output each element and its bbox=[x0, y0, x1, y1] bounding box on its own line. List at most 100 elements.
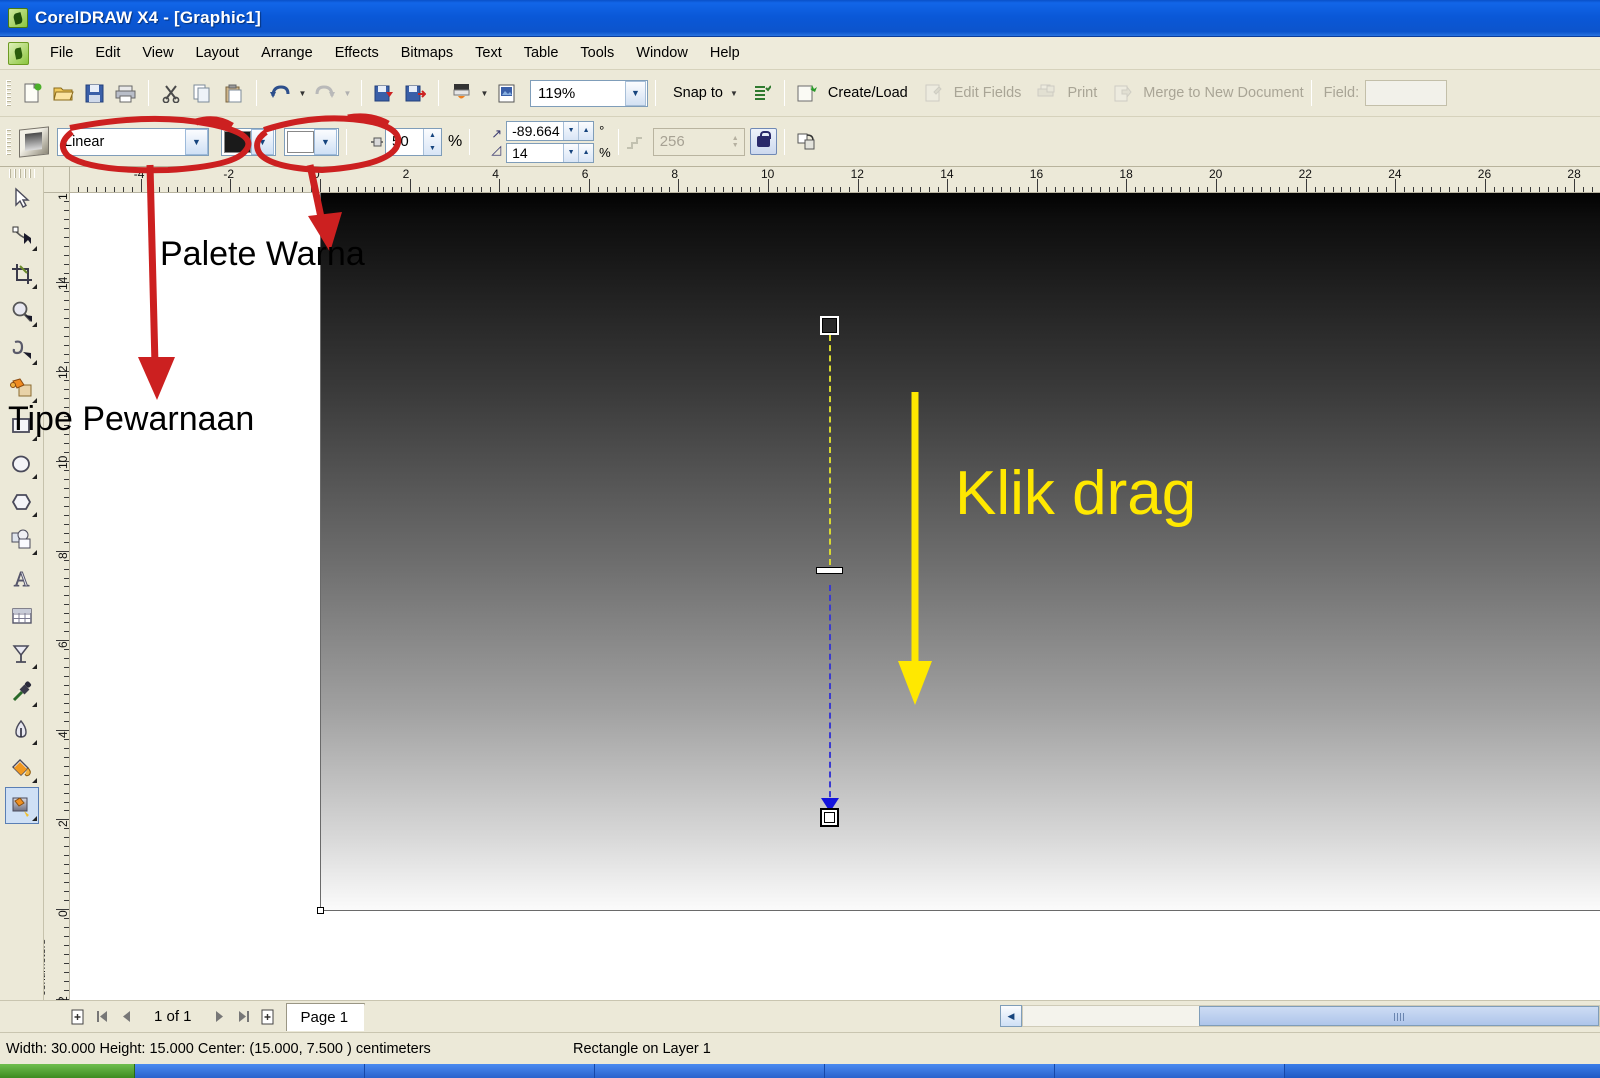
ellipse-tool[interactable] bbox=[5, 445, 39, 482]
import-icon[interactable] bbox=[369, 78, 400, 109]
start-button[interactable] bbox=[0, 1064, 135, 1078]
zoom-tool[interactable] bbox=[5, 293, 39, 330]
crop-tool[interactable] bbox=[5, 255, 39, 292]
shape-node-tool[interactable] bbox=[5, 217, 39, 254]
flyout-arrow-icon[interactable] bbox=[32, 284, 37, 289]
gradient-end-handle[interactable] bbox=[820, 808, 839, 827]
add-page-start-icon[interactable] bbox=[66, 1005, 90, 1029]
chevron-down-icon[interactable]: ▼ bbox=[185, 129, 208, 155]
flyout-arrow-icon[interactable] bbox=[32, 664, 37, 669]
menu-text[interactable]: Text bbox=[464, 41, 513, 65]
ruler-origin-corner[interactable] bbox=[44, 167, 70, 193]
menu-file[interactable]: File bbox=[39, 41, 84, 65]
corel-online-icon[interactable] bbox=[491, 78, 522, 109]
gradient-filled-rectangle[interactable] bbox=[320, 193, 1600, 911]
redo-dropdown-icon[interactable]: ▼ bbox=[340, 78, 354, 109]
launcher-dropdown-icon[interactable]: ▼ bbox=[477, 78, 491, 109]
menu-edit[interactable]: Edit bbox=[84, 41, 131, 65]
flyout-arrow-icon[interactable] bbox=[32, 740, 37, 745]
field-input[interactable] bbox=[1365, 80, 1447, 106]
stepper-down-icon[interactable]: ▼ bbox=[424, 142, 441, 155]
add-page-end-icon[interactable] bbox=[256, 1005, 280, 1029]
flyout-arrow-icon[interactable] bbox=[32, 816, 37, 821]
snap-to-button[interactable]: Snap to bbox=[663, 81, 729, 105]
menu-effects[interactable]: Effects bbox=[324, 41, 390, 65]
stepper-down-icon[interactable]: ▼ bbox=[563, 144, 578, 162]
paste-icon[interactable] bbox=[218, 78, 249, 109]
taskbar-item[interactable] bbox=[595, 1064, 825, 1078]
create-load-icon[interactable] bbox=[792, 78, 823, 109]
page-tab-page-1[interactable]: Page 1 bbox=[286, 1003, 366, 1031]
copy-fill-properties-icon[interactable] bbox=[792, 126, 823, 157]
start-color-picker[interactable]: ▼ bbox=[221, 128, 276, 156]
undo-dropdown-icon[interactable]: ▼ bbox=[295, 78, 309, 109]
menu-tools[interactable]: Tools bbox=[569, 41, 625, 65]
menu-window[interactable]: Window bbox=[625, 41, 699, 65]
menu-help[interactable]: Help bbox=[699, 41, 751, 65]
table-tool[interactable] bbox=[5, 597, 39, 634]
property-bar-grip[interactable] bbox=[6, 129, 11, 155]
scroll-left-icon[interactable]: ◀ bbox=[1000, 1005, 1022, 1027]
undo-arrow-icon[interactable] bbox=[264, 78, 295, 109]
polygon-tool[interactable] bbox=[5, 483, 39, 520]
flyout-arrow-icon[interactable] bbox=[32, 246, 37, 251]
flyout-arrow-icon[interactable] bbox=[32, 778, 37, 783]
flyout-arrow-icon[interactable] bbox=[32, 360, 37, 365]
edge-pad-stepper[interactable]: 14 ▼ ▲ bbox=[506, 143, 594, 163]
midpoint-stepper[interactable]: 50 ▲▼ bbox=[385, 128, 442, 156]
vertical-ruler[interactable]: centimeters -20246810121416 bbox=[44, 193, 70, 1000]
stepper-up-icon[interactable]: ▲ bbox=[578, 144, 593, 162]
chevron-down-icon[interactable]: ▼ bbox=[625, 81, 646, 106]
stepper-buttons[interactable]: ▲▼ bbox=[423, 129, 441, 155]
flyout-arrow-icon[interactable] bbox=[32, 550, 37, 555]
dimension-tool[interactable] bbox=[5, 635, 39, 672]
last-page-icon[interactable] bbox=[232, 1005, 256, 1029]
toolbox-grip[interactable] bbox=[9, 169, 35, 178]
menu-table[interactable]: Table bbox=[513, 41, 570, 65]
new-page-icon[interactable] bbox=[17, 78, 48, 109]
basic-shapes-tool[interactable] bbox=[5, 521, 39, 558]
eyedropper-tool[interactable] bbox=[5, 673, 39, 710]
printer-icon[interactable] bbox=[110, 78, 141, 109]
end-color-picker[interactable]: ▼ bbox=[284, 128, 339, 156]
options-icon[interactable] bbox=[746, 78, 777, 109]
scroll-thumb[interactable] bbox=[1199, 1006, 1599, 1026]
paint-bucket-tool[interactable] bbox=[5, 749, 39, 786]
freehand-tool[interactable] bbox=[5, 331, 39, 368]
chevron-down-icon[interactable]: ▼ bbox=[314, 129, 337, 155]
launcher-icon[interactable] bbox=[446, 78, 477, 109]
taskbar-item[interactable] bbox=[1055, 1064, 1285, 1078]
menu-arrange[interactable]: Arrange bbox=[250, 41, 324, 65]
selection-node[interactable] bbox=[317, 907, 324, 914]
zoom-level-combo[interactable]: 119% ▼ bbox=[530, 80, 648, 107]
drawing-canvas[interactable]: Al Maqdis Klik drag bbox=[70, 193, 1600, 1000]
fill-type-combo[interactable]: Linear ▼ bbox=[57, 128, 209, 156]
snap-to-chevron-icon[interactable]: ▼ bbox=[730, 89, 738, 98]
copy-icon[interactable] bbox=[187, 78, 218, 109]
chevron-down-icon[interactable]: ▼ bbox=[251, 129, 274, 155]
create-load-label[interactable]: Create/Load bbox=[828, 85, 908, 101]
horizontal-scrollbar[interactable]: ◀ bbox=[1000, 1000, 1600, 1032]
gradient-midpoint-handle[interactable] bbox=[816, 567, 843, 574]
pen-nib-tool[interactable] bbox=[5, 711, 39, 748]
pick-tool[interactable] bbox=[5, 179, 39, 216]
flyout-arrow-icon[interactable] bbox=[32, 512, 37, 517]
stepper-up-icon[interactable]: ▲ bbox=[578, 122, 593, 140]
taskbar-item[interactable] bbox=[825, 1064, 1055, 1078]
horizontal-ruler[interactable]: -6-4-20246810121416182022242628 bbox=[70, 167, 1600, 193]
toolbar-grip[interactable] bbox=[6, 80, 11, 106]
export-icon[interactable] bbox=[400, 78, 431, 109]
text-tool[interactable]: A bbox=[5, 559, 39, 596]
gradient-start-handle[interactable] bbox=[820, 316, 839, 335]
flyout-arrow-icon[interactable] bbox=[32, 702, 37, 707]
floppy-disk-icon[interactable] bbox=[79, 78, 110, 109]
scroll-track[interactable] bbox=[1022, 1005, 1600, 1027]
flyout-arrow-icon[interactable] bbox=[32, 474, 37, 479]
taskbar-item[interactable] bbox=[135, 1064, 365, 1078]
first-page-icon[interactable] bbox=[90, 1005, 114, 1029]
previous-page-icon[interactable] bbox=[114, 1005, 138, 1029]
menu-layout[interactable]: Layout bbox=[185, 41, 251, 65]
redo-arrow-icon[interactable] bbox=[309, 78, 340, 109]
taskbar-item[interactable] bbox=[365, 1064, 595, 1078]
padlock-icon[interactable] bbox=[750, 128, 777, 155]
